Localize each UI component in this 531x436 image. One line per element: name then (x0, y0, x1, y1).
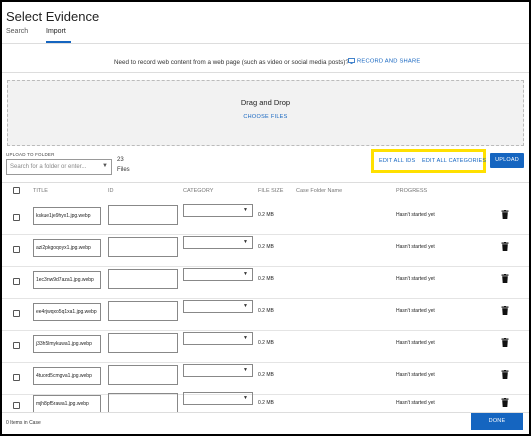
row-progress: Hasn't started yet (396, 212, 435, 218)
caret-down-icon: ▼ (243, 367, 248, 373)
tab-import[interactable]: Import (46, 28, 66, 35)
row-checkbox[interactable] (13, 214, 20, 221)
row-progress: Hasn't started yet (396, 244, 435, 250)
row-id-field[interactable] (108, 333, 178, 353)
row-checkbox[interactable] (13, 278, 20, 285)
table-row: j33h5lmykuwa1.jpg.webp ▼ 0.2 MB Hasn't s… (2, 330, 529, 362)
row-id-field[interactable] (108, 301, 178, 321)
row-progress: Hasn't started yet (396, 340, 435, 346)
table-row: mjh8pf5rawa1.jpg.webp ▼ 0.2 MB Hasn't st… (2, 390, 529, 413)
row-file-size: 0.2 MB (258, 340, 274, 346)
column-header-case-folder: Case Folder Name (296, 188, 343, 194)
row-file-size: 0.2 MB (258, 308, 274, 314)
divider (2, 43, 529, 44)
caret-down-icon: ▼ (243, 303, 248, 309)
column-header-id: ID (108, 188, 114, 194)
row-title-field[interactable]: 1ec3nw9d7aza1.jpg.webp (33, 271, 101, 289)
column-header-title: TITLE (33, 188, 48, 194)
row-checkbox[interactable] (13, 310, 20, 317)
select-all-checkbox[interactable] (13, 187, 20, 194)
row-file-size: 0.2 MB (258, 244, 274, 250)
table-row: kskue1je9hyx1.jpg.webp ▼ 0.2 MB Hasn't s… (2, 202, 529, 234)
select-evidence-dialog: Select Evidence Search Import Need to re… (2, 2, 529, 434)
folder-search-input[interactable]: Search for a folder or enter... ▼ (6, 159, 112, 175)
file-count-number: 23 (117, 157, 124, 163)
column-header-progress: PROGRESS (396, 188, 428, 194)
done-button[interactable]: DONE (471, 413, 523, 430)
row-checkbox[interactable] (13, 402, 20, 409)
row-title-field[interactable]: 4tuord5cmgva1.jpg.webp (33, 367, 101, 385)
row-title-field[interactable]: ee4rjwqxo5q1xa1.jpg.webp (33, 303, 101, 321)
caret-down-icon: ▼ (243, 207, 248, 213)
row-category-select[interactable]: ▼ (183, 364, 253, 377)
row-title-field[interactable]: j33h5lmykuwa1.jpg.webp (33, 335, 101, 353)
row-category-select[interactable]: ▼ (183, 236, 253, 249)
divider (2, 72, 529, 73)
edit-all-categories-button[interactable]: EDIT ALL CATEGORIES (422, 158, 486, 164)
tab-search[interactable]: Search (6, 28, 28, 35)
items-in-case: 0 Items in Case (6, 420, 41, 426)
row-title-field[interactable]: mjh8pf5rawa1.jpg.webp (33, 395, 101, 413)
table-row: 1ec3nw9d7aza1.jpg.webp ▼ 0.2 MB Hasn't s… (2, 266, 529, 298)
folder-label: UPLOAD TO FOLDER (6, 152, 55, 157)
row-progress: Hasn't started yet (396, 372, 435, 378)
row-title-field[interactable]: kskue1je9hyx1.jpg.webp (33, 207, 101, 225)
trash-icon[interactable] (501, 338, 509, 347)
file-dropzone[interactable]: Drag and Drop CHOOSE FILES (7, 80, 524, 146)
caret-down-icon[interactable]: ▼ (102, 163, 108, 169)
row-progress: Hasn't started yet (396, 400, 435, 406)
record-prompt: Need to record web content from a web pa… (114, 59, 349, 66)
row-file-size: 0.2 MB (258, 400, 274, 406)
trash-icon[interactable] (501, 210, 509, 219)
divider (2, 182, 529, 183)
upload-button[interactable]: UPLOAD (490, 153, 524, 168)
column-header-category: CATEGORY (183, 188, 214, 194)
column-header-file-size: FILE SIZE (258, 188, 284, 194)
trash-icon[interactable] (501, 306, 509, 315)
file-count-unit: Files (117, 167, 130, 173)
row-id-field[interactable] (108, 269, 178, 289)
dropzone-title: Drag and Drop (240, 98, 291, 107)
row-id-field[interactable] (108, 365, 178, 385)
row-category-select[interactable]: ▼ (183, 300, 253, 313)
record-and-share-button[interactable]: RECORD AND SHARE (348, 58, 420, 65)
row-id-field[interactable] (108, 205, 178, 225)
record-and-share-label: RECORD AND SHARE (357, 58, 421, 65)
trash-icon[interactable] (501, 274, 509, 283)
row-file-size: 0.2 MB (258, 212, 274, 218)
row-file-size: 0.2 MB (258, 372, 274, 378)
dialog-title: Select Evidence (6, 9, 100, 24)
row-category-select[interactable]: ▼ (183, 332, 253, 345)
row-category-select[interactable]: ▼ (183, 392, 253, 405)
row-title-field[interactable]: azi2pkgoqoyx1.jpg.webp (33, 239, 101, 257)
folder-search-placeholder: Search for a folder or enter... (10, 164, 87, 170)
row-checkbox[interactable] (13, 342, 20, 349)
trash-icon[interactable] (501, 370, 509, 379)
caret-down-icon: ▼ (243, 271, 248, 277)
caret-down-icon: ▼ (243, 239, 248, 245)
row-file-size: 0.2 MB (258, 276, 274, 282)
row-category-select[interactable]: ▼ (183, 268, 253, 281)
table-row: ee4rjwqxo5q1xa1.jpg.webp ▼ 0.2 MB Hasn't… (2, 298, 529, 330)
record-screen-icon (348, 58, 355, 64)
trash-icon[interactable] (501, 242, 509, 251)
row-progress: Hasn't started yet (396, 308, 435, 314)
caret-down-icon: ▼ (243, 335, 248, 341)
caret-down-icon: ▼ (243, 395, 248, 401)
edit-all-ids-button[interactable]: EDIT ALL IDS (379, 158, 415, 164)
file-count: 23 Files (117, 155, 130, 175)
trash-icon[interactable] (501, 398, 509, 407)
row-checkbox[interactable] (13, 374, 20, 381)
table-row: azi2pkgoqoyx1.jpg.webp ▼ 0.2 MB Hasn't s… (2, 234, 529, 266)
row-checkbox[interactable] (13, 246, 20, 253)
footer-divider (2, 412, 529, 413)
row-id-field[interactable] (108, 237, 178, 257)
choose-files-button[interactable]: CHOOSE FILES (8, 114, 523, 120)
row-progress: Hasn't started yet (396, 276, 435, 282)
row-id-field[interactable] (108, 393, 178, 413)
row-category-select[interactable]: ▼ (183, 204, 253, 217)
